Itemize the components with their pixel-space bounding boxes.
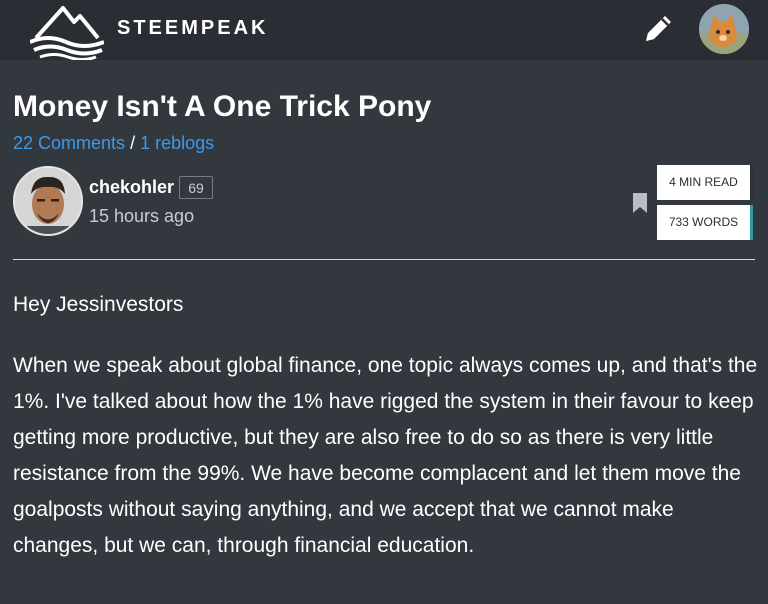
read-time-badge: 4 MIN READ	[657, 165, 753, 200]
logo-text[interactable]: STEEMPEAK	[117, 17, 268, 40]
post-title: Money Isn't A One Trick Pony	[13, 90, 432, 123]
reblogs-link[interactable]: 1 reblogs	[140, 133, 214, 153]
pencil-icon[interactable]	[640, 11, 676, 47]
header-divider	[13, 259, 755, 260]
author-avatar[interactable]	[13, 166, 83, 236]
author-avatar-image	[15, 168, 81, 234]
post-body-paragraph: When we speak about global finance, one …	[13, 354, 758, 557]
top-navigation-bar: STEEMPEAK	[0, 0, 768, 60]
user-avatar[interactable]	[699, 4, 749, 54]
post-greeting: Hey Jessinvestors	[13, 293, 184, 316]
comments-link[interactable]: 22 Comments	[13, 133, 125, 153]
bookmark-icon[interactable]	[633, 193, 647, 213]
word-count-badge: 733 WORDS	[657, 205, 753, 240]
meta-separator: /	[130, 133, 136, 153]
post-meta-links: 22 Comments / 1 reblogs	[13, 132, 214, 154]
post-timestamp: 15 hours ago	[89, 206, 195, 226]
author-name[interactable]: chekohler	[89, 177, 174, 198]
reputation-badge: 69	[179, 176, 213, 199]
user-avatar-image	[699, 4, 749, 54]
steempeak-logo-icon[interactable]	[30, 4, 104, 60]
